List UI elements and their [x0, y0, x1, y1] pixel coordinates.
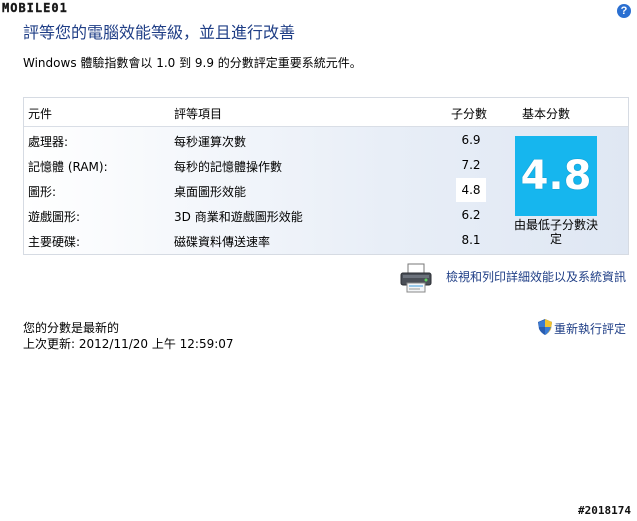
row-subscore: 8.1	[461, 233, 481, 247]
row-subscore-lowest: 4.8	[456, 178, 486, 202]
table-row: 遊戲圖形: 3D 商業和遊戲圖形效能 6.2	[24, 203, 494, 227]
status-line-updated: 上次更新: 2012/11/20 上午 12:59:07	[23, 337, 234, 351]
rerun-label: 重新執行評定	[554, 322, 627, 336]
watermark-logo: MOBILE01	[2, 1, 68, 15]
row-rating: 每秒運算次數	[174, 135, 247, 149]
row-subscore: 7.2	[461, 158, 481, 172]
table-row: 處理器: 每秒運算次數 6.9	[24, 128, 494, 152]
help-icon[interactable]: ?	[617, 4, 631, 18]
row-rating: 磁碟資料傳送速率	[174, 235, 271, 249]
shield-icon	[538, 319, 552, 335]
row-component: 主要硬碟:	[28, 235, 81, 249]
page-subtitle: Windows 體驗指數會以 1.0 到 9.9 的分數評定重要系統元件。	[23, 56, 362, 70]
status-text: 您的分數是最新的 上次更新: 2012/11/20 上午 12:59:07	[23, 320, 234, 352]
row-subscore: 6.2	[461, 208, 481, 222]
printer-icon	[400, 263, 432, 293]
page-title: 評等您的電腦效能等級，並且進行改善	[23, 23, 296, 42]
table-body: 處理器: 每秒運算次數 6.9 記憶體 (RAM): 每秒的記憶體操作數 7.2…	[24, 127, 628, 254]
header-component: 元件	[28, 107, 53, 121]
status-line-current: 您的分數是最新的	[23, 321, 120, 335]
header-rating: 評等項目	[174, 107, 223, 121]
row-rating: 每秒的記憶體操作數	[174, 160, 283, 174]
view-details-link[interactable]: 檢視和列印詳細效能以及系統資訊	[446, 268, 626, 285]
row-component: 處理器:	[28, 135, 69, 149]
row-rating: 桌面圖形效能	[174, 185, 247, 199]
row-subscore: 6.9	[461, 133, 481, 147]
row-rating: 3D 商業和遊戲圖形效能	[174, 210, 303, 224]
score-table: 元件 評等項目 子分數 基本分數 處理器: 每秒運算次數 6.9 記憶體 (RA…	[23, 97, 629, 255]
base-score-note: 由最低子分數決定	[513, 218, 598, 246]
base-score-badge: 4.8	[515, 136, 597, 216]
row-component: 記憶體 (RAM):	[28, 160, 108, 174]
row-component: 圖形:	[28, 185, 57, 199]
header-subscore: 子分數	[451, 107, 488, 121]
table-header: 元件 評等項目 子分數 基本分數	[24, 98, 628, 127]
table-row: 記憶體 (RAM): 每秒的記憶體操作數 7.2	[24, 153, 494, 177]
header-basescore: 基本分數	[522, 107, 571, 121]
image-stamp: #2018174	[578, 504, 631, 517]
table-row: 圖形: 桌面圖形效能 4.8	[24, 178, 494, 202]
table-row: 主要硬碟: 磁碟資料傳送速率 8.1	[24, 228, 494, 252]
row-component: 遊戲圖形:	[28, 210, 81, 224]
